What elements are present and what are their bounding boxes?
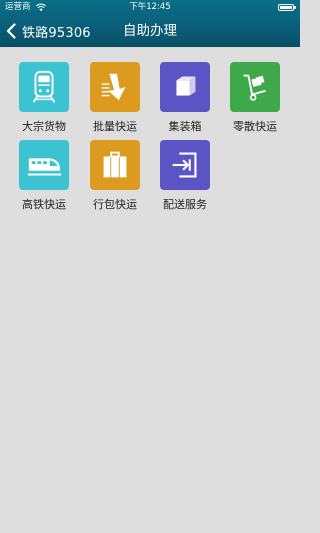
service-tile-high-speed-express[interactable]: 高铁快运 — [9, 140, 79, 212]
hand-truck-icon — [243, 74, 266, 101]
service-icon-bg — [90, 62, 140, 112]
service-label: 行包快运 — [93, 198, 137, 211]
service-tile-bulk-cargo[interactable]: 大宗货物 — [9, 62, 79, 134]
luggage-icon — [103, 151, 127, 178]
service-icon-bg — [160, 140, 210, 190]
service-tile-container[interactable]: 集装箱 — [150, 62, 220, 134]
service-icon-bg — [19, 140, 69, 190]
status-bar: 运营商 下午12:45 — [0, 0, 300, 15]
header-bar: 运营商 下午12:45 铁路95306 自助办理 — [0, 0, 300, 47]
train-front-icon — [32, 70, 56, 103]
high-speed-train-icon — [27, 158, 62, 176]
service-label: 高铁快运 — [22, 198, 66, 211]
service-tile-luggage-express[interactable]: 行包快运 — [80, 140, 150, 212]
service-icon-bg — [230, 62, 280, 112]
service-label: 批量快运 — [93, 120, 137, 133]
battery-icon — [278, 4, 296, 11]
service-label: 大宗货物 — [22, 120, 66, 133]
service-label: 零散快运 — [233, 120, 277, 133]
service-icon-bg — [19, 62, 69, 112]
download-arrow-icon — [101, 73, 126, 101]
service-icon-bg — [160, 62, 210, 112]
service-label: 集装箱 — [168, 120, 202, 133]
delivery-login-icon — [172, 152, 197, 178]
status-time: 下午12:45 — [129, 2, 171, 12]
service-tile-batch-express[interactable]: 批量快运 — [80, 62, 150, 134]
service-tile-parcel-express[interactable]: 零散快运 — [220, 62, 290, 134]
container-box-icon — [176, 76, 196, 96]
service-label: 配送服务 — [163, 198, 207, 211]
page-title: 自助办理 — [123, 23, 177, 39]
service-icon-bg — [90, 140, 140, 190]
service-tile-delivery-service[interactable]: 配送服务 — [150, 140, 220, 212]
navigation-bar: 铁路95306 自助办理 — [0, 15, 300, 47]
